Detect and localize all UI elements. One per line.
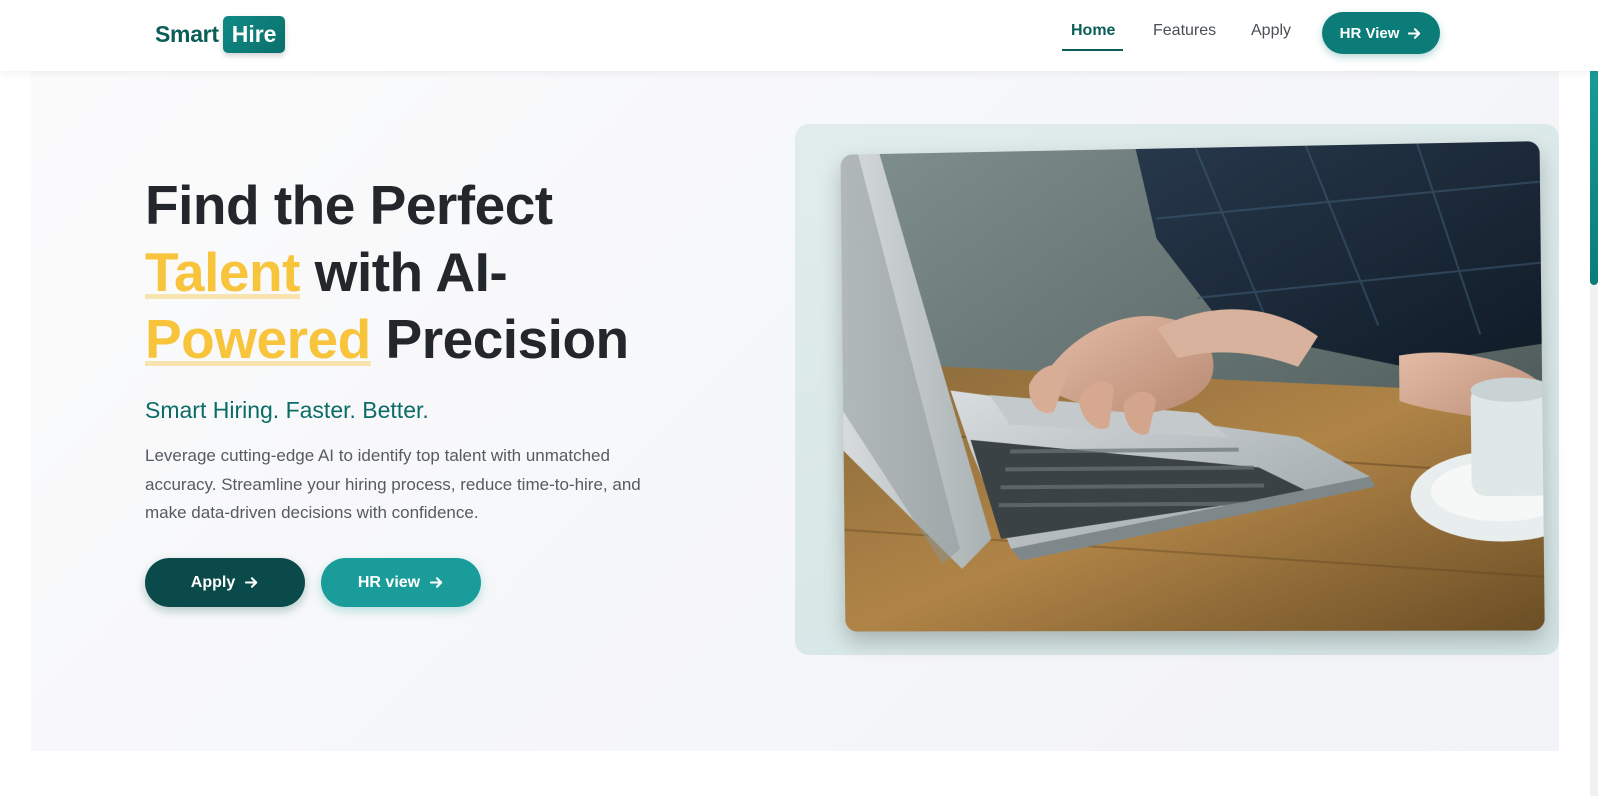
apply-button[interactable]: Apply — [145, 558, 305, 607]
hero-tagline: Smart Hiring. Faster. Better. — [145, 397, 429, 423]
top-navbar: Smart Hire Home Features Apply HR View — [0, 0, 1598, 71]
nav-features[interactable]: Features — [1153, 22, 1216, 40]
hr-view-nav-button[interactable]: HR View — [1322, 12, 1440, 54]
apply-button-label: Apply — [190, 573, 236, 591]
hr-view-nav-label: HR View — [1339, 24, 1400, 42]
nav-apply[interactable]: Apply — [1251, 22, 1291, 40]
arrow-right-icon — [1408, 27, 1421, 39]
logo-hire-badge: Hire — [222, 15, 286, 53]
hr-view-button[interactable]: HR view — [321, 558, 481, 607]
headline-line-2-rest: with AI- — [299, 241, 508, 303]
arrow-right-icon — [245, 577, 258, 588]
logo[interactable]: Smart Hire — [155, 13, 286, 55]
hero-description: Leverage cutting-edge AI to identify top… — [145, 446, 641, 522]
hero-headline: Find the Perfect Talent with AI- Powered… — [145, 172, 785, 373]
headline-line-3-rest: Precision — [370, 308, 630, 370]
nav-home[interactable]: Home — [1071, 22, 1115, 40]
laptop-typing-photo — [840, 141, 1545, 632]
headline-highlight-talent: Talent — [145, 241, 300, 303]
hr-view-button-label: HR view — [357, 573, 421, 591]
page-scrollbar[interactable] — [1590, 0, 1598, 796]
arrow-right-icon — [429, 577, 443, 588]
nav-active-indicator — [1062, 49, 1123, 51]
logo-smart-text: Smart — [155, 20, 219, 47]
headline-line-1: Find the Perfect — [145, 174, 553, 236]
headline-highlight-powered: Powered — [145, 308, 371, 370]
